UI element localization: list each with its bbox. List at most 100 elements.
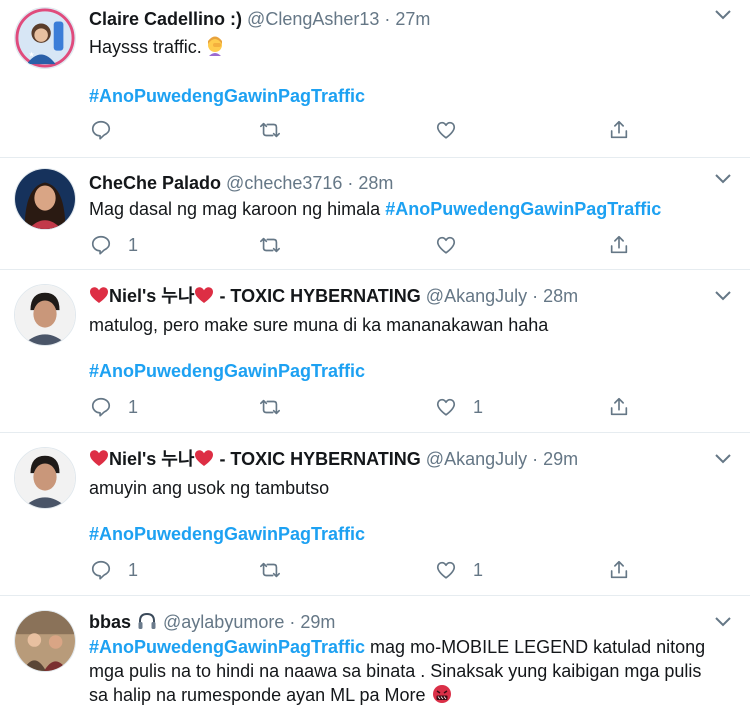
share-button[interactable] (608, 394, 630, 420)
display-name-part[interactable]: Niel's 누나 (109, 286, 194, 306)
user-handle[interactable]: @AkangJuly (426, 286, 527, 306)
red-heart-emoji (195, 287, 214, 303)
separator-dot: · (289, 612, 296, 632)
tweet[interactable]: CheChe Palado @cheche3716 · 28m Mag dasal … (0, 158, 750, 270)
like-button[interactable] (435, 232, 473, 258)
cursing-face-emoji (432, 685, 451, 703)
tweet-header: bbas @aylabyumore · 29m (89, 610, 335, 634)
chevron-down-icon[interactable] (714, 453, 732, 465)
tweet[interactable]: Niel's 누나 - TOXIC HYBERNATING @AkangJuly… (0, 433, 750, 596)
reply-button[interactable]: 1 (90, 394, 138, 420)
chevron-down-icon[interactable] (714, 9, 732, 21)
hashtag-link[interactable]: #AnoPuwedengGawinPagTraffic (89, 86, 365, 106)
reply-button[interactable] (90, 117, 128, 143)
avatar[interactable]: ★ (14, 7, 76, 69)
retweet-button[interactable] (259, 117, 281, 143)
retweet-icon (260, 122, 280, 138)
tweet-text: mga pulis na to hindi na naawa sa binata… (89, 658, 701, 684)
like-icon (436, 236, 456, 254)
hashtag-link[interactable]: #AnoPuwedengGawinPagTraffic (89, 524, 365, 544)
reply-icon (91, 235, 111, 255)
share-icon (610, 120, 628, 139)
retweet-button[interactable] (259, 232, 281, 258)
tweet-text: Haysss traffic. (89, 34, 225, 60)
display-name[interactable]: bbas (89, 612, 131, 632)
reply-button[interactable]: 1 (90, 557, 138, 583)
retweet-icon (260, 237, 280, 253)
timestamp[interactable]: 27m (395, 9, 430, 29)
tweet-text: amuyin ang usok ng tambutso (89, 475, 329, 501)
display-name[interactable]: CheChe Palado (89, 173, 221, 193)
share-button[interactable] (608, 232, 630, 258)
timestamp[interactable]: 28m (543, 286, 578, 306)
display-name-suffix[interactable]: - TOXIC HYBERNATING (214, 286, 420, 306)
timestamp[interactable]: 29m (543, 449, 578, 469)
tweet-text: matulog, pero make sure muna di ka manan… (89, 312, 548, 338)
tweet[interactable]: bbas @aylabyumore · 29m #AnoPuwedengGawinPa… (0, 596, 750, 722)
tweet-text-line: mag mo-MOBILE LEGEND katulad nitong (365, 637, 706, 657)
like-count: 1 (473, 396, 484, 417)
display-name-suffix[interactable]: - TOXIC HYBERNATING (214, 449, 420, 469)
share-icon (610, 397, 628, 416)
share-button[interactable] (608, 117, 630, 143)
red-heart-emoji (90, 287, 108, 303)
reply-button[interactable]: 1 (90, 232, 138, 258)
timestamp[interactable]: 29m (300, 612, 335, 632)
chevron-down-icon[interactable] (714, 173, 732, 185)
chevron-down-icon[interactable] (714, 290, 732, 302)
reply-count: 1 (128, 234, 139, 255)
tweet-text: Mag dasal ng mag karoon ng himala #AnoPu… (89, 196, 661, 222)
like-button[interactable]: 1 (435, 394, 483, 420)
separator-dot: · (532, 449, 539, 469)
reply-icon (91, 120, 111, 140)
avatar-image (15, 169, 75, 229)
tweet-header: CheChe Palado @cheche3716 · 28m (89, 171, 393, 195)
tweet-text: #AnoPuwedengGawinPagTraffic mag mo-MOBIL… (89, 634, 705, 660)
like-button[interactable] (435, 117, 473, 143)
headphone-emoji (138, 612, 156, 629)
like-icon (436, 121, 456, 139)
tweet-actions: 1 1 (89, 557, 649, 583)
separator-dot: · (347, 173, 354, 193)
avatar[interactable] (14, 284, 76, 346)
share-button[interactable] (608, 557, 630, 583)
red-heart-emoji (90, 450, 108, 466)
user-handle[interactable]: @ClengAsher13 (247, 9, 379, 29)
timestamp[interactable]: 28m (358, 173, 393, 193)
tweet-text: sa halip na rumesponde ayan ML pa More (89, 682, 452, 708)
hashtag-link[interactable]: #AnoPuwedengGawinPagTraffic (385, 199, 661, 219)
svg-text:★: ★ (29, 50, 35, 58)
display-name[interactable]: Claire Cadellino :) (89, 9, 242, 29)
tweet[interactable]: Niel's 누나 - TOXIC HYBERNATING @AkangJuly… (0, 270, 750, 433)
hashtag-line: #AnoPuwedengGawinPagTraffic (89, 83, 365, 109)
hashtag-link[interactable]: #AnoPuwedengGawinPagTraffic (89, 637, 365, 657)
tweet-text-line: sa halip na rumesponde ayan ML pa More (89, 685, 426, 705)
avatar-image (15, 611, 75, 671)
display-name-part[interactable]: Niel's 누나 (109, 449, 194, 469)
tweet-actions: 1 1 (89, 394, 649, 420)
share-icon (610, 560, 628, 579)
tweet-text-line: mga pulis na to hindi na naawa sa binata… (89, 661, 702, 681)
tweet-header: Niel's 누나 - TOXIC HYBERNATING @AkangJuly… (89, 447, 578, 471)
user-handle[interactable]: @aylabyumore (163, 612, 284, 632)
tweet[interactable]: ★ Claire Cadellino :) @ClengAsher13 · 27m … (0, 0, 750, 158)
avatar[interactable] (14, 168, 76, 230)
reply-count: 1 (128, 396, 139, 417)
user-handle[interactable]: @AkangJuly (426, 449, 527, 469)
retweet-icon (260, 562, 280, 578)
avatar[interactable] (14, 447, 76, 509)
chevron-down-icon[interactable] (714, 616, 732, 628)
avatar[interactable] (14, 610, 76, 672)
retweet-button[interactable] (259, 557, 281, 583)
avatar-image: ★ (15, 8, 75, 68)
user-handle[interactable]: @cheche3716 (226, 173, 342, 193)
retweet-button[interactable] (259, 394, 281, 420)
tweet-header: Niel's 누나 - TOXIC HYBERNATING @AkangJuly… (89, 284, 578, 308)
like-button[interactable]: 1 (435, 557, 483, 583)
tweet-header: Claire Cadellino :) @ClengAsher13 · 27m (89, 7, 430, 31)
separator-dot: · (532, 286, 539, 306)
hashtag-line: #AnoPuwedengGawinPagTraffic (89, 521, 365, 547)
tweet-text-content: Mag dasal ng mag karoon ng himala (89, 199, 386, 219)
reply-count: 1 (128, 559, 139, 580)
hashtag-link[interactable]: #AnoPuwedengGawinPagTraffic (89, 361, 365, 381)
